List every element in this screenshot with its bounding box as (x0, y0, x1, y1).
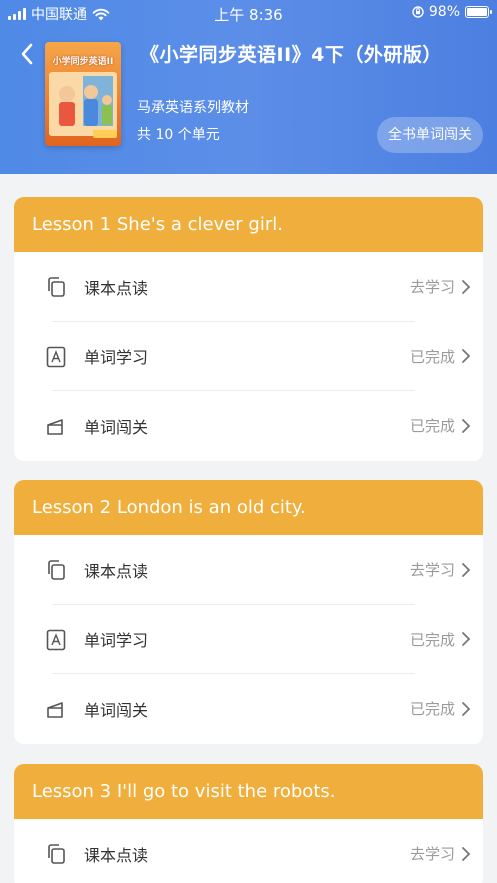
lesson-title: Lesson 3 I'll go to visit the robots. (14, 764, 483, 819)
row-label: 单词闯关 (84, 417, 149, 437)
row-label: 课本点读 (84, 561, 149, 581)
flag-icon (47, 419, 63, 435)
row-status: 去学习 (409, 561, 455, 580)
lesson-row-textbook-reading[interactable]: 课本点读 去学习 (14, 535, 483, 605)
book-title: 《小学同步英语II》4下（外研版） (140, 44, 442, 66)
lesson-row-word-challenge[interactable]: 单词闯关 已完成 (14, 391, 483, 461)
chevron-right-icon (462, 562, 471, 577)
cover-title: 小学同步英语II (52, 57, 114, 67)
lesson-title: Lesson 2 London is an old city. (14, 480, 483, 535)
row-status: 已完成 (409, 417, 455, 436)
lesson-row-textbook-reading[interactable]: 课本点读 去学习 (14, 252, 483, 322)
back-icon[interactable] (14, 40, 42, 68)
copy-icon (48, 560, 65, 580)
book-header: 中国联通 上午 8:36 98% 小学同步英语II 《小学同步英语II》4下（外… (0, 0, 497, 174)
battery-group: 98% (412, 4, 492, 20)
letter-a-icon (46, 346, 66, 367)
letter-a-icon (46, 629, 66, 650)
chevron-right-icon (462, 632, 471, 647)
row-status: 已完成 (409, 347, 455, 366)
lesson-row-word-challenge[interactable]: 单词闯关 已完成 (14, 674, 483, 744)
copy-icon (48, 844, 65, 864)
chevron-right-icon (462, 846, 471, 861)
lesson-row-word-study[interactable]: 单词学习 已完成 (14, 605, 483, 674)
book-series: 马承英语系列教材 (137, 100, 249, 116)
lesson-card: Lesson 1 She's a clever girl. 课本点读 去学习 单… (14, 197, 483, 461)
lesson-row-textbook-reading[interactable]: 课本点读 去学习 (14, 819, 483, 883)
unit-count: 共 10 个单元 (137, 127, 220, 143)
book-cover-image: 小学同步英语II (45, 42, 121, 146)
row-status: 去学习 (409, 845, 455, 864)
lesson-card: Lesson 3 I'll go to visit the robots. 课本… (14, 764, 483, 883)
lesson-title: Lesson 1 She's a clever girl. (14, 197, 483, 252)
rotation-lock-icon (412, 6, 424, 18)
chevron-right-icon (462, 701, 471, 716)
row-label: 单词学习 (84, 631, 149, 651)
flag-icon (47, 702, 63, 718)
full-book-word-challenge-button[interactable]: 全书单词闯关 (377, 117, 483, 153)
row-label: 单词学习 (84, 348, 149, 368)
chevron-right-icon (462, 418, 471, 433)
battery-icon (465, 6, 492, 18)
row-label: 课本点读 (84, 845, 149, 865)
copy-icon (48, 277, 65, 297)
row-status: 已完成 (409, 630, 455, 649)
row-label: 单词闯关 (84, 700, 149, 720)
chevron-right-icon (462, 279, 471, 294)
chevron-right-icon (462, 349, 471, 364)
lesson-row-word-study[interactable]: 单词学习 已完成 (14, 322, 483, 391)
row-label: 课本点读 (84, 278, 149, 298)
row-status: 已完成 (409, 700, 455, 719)
status-bar: 中国联通 上午 8:36 98% (0, 0, 497, 26)
lesson-card: Lesson 2 London is an old city. 课本点读 去学习… (14, 480, 483, 744)
row-status: 去学习 (409, 278, 455, 297)
battery-percent: 98% (428, 4, 460, 20)
